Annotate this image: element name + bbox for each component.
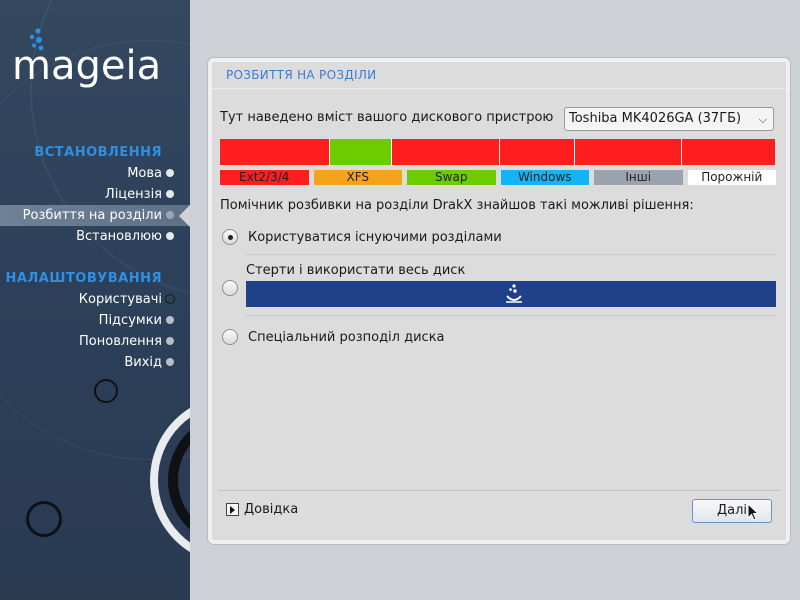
legend-item: Інші xyxy=(594,170,683,185)
mageia-bubbles-icon xyxy=(506,284,522,303)
custom-label[interactable]: Спеціальний розподіл диска xyxy=(248,330,445,345)
nav-section-install: ВСТАНОВЛЕННЯ xyxy=(34,145,162,160)
legend-item: Ext2/3/4 xyxy=(220,170,309,185)
nav-item-label: Ліцензія xyxy=(104,187,162,202)
partitioning-dialog: РОЗБИТТЯ НА РОЗДІЛИ Тут наведено вміст в… xyxy=(208,58,790,544)
step-pending-dot-icon xyxy=(166,337,174,345)
use-existing-label[interactable]: Користуватися існуючими розділами xyxy=(248,230,502,245)
device-select-value: Toshiba MK4026GA (37ГБ) xyxy=(569,111,742,126)
partition-bar xyxy=(220,139,776,165)
nav-item-label: Мова xyxy=(127,166,162,181)
partition-segment-swap[interactable] xyxy=(330,139,392,165)
mouse-cursor-icon xyxy=(747,503,759,521)
device-label: Тут наведено вміст вашого дискового прис… xyxy=(220,110,554,125)
option-erase-disk[interactable] xyxy=(222,280,238,296)
partition-segment-ext[interactable] xyxy=(682,139,775,165)
partition-segment-ext[interactable] xyxy=(575,139,682,165)
mageia-logo: mageia xyxy=(8,28,161,86)
option-custom[interactable]: Спеціальний розподіл диска xyxy=(222,329,445,345)
device-select[interactable]: Toshiba MK4026GA (37ГБ) ⌵ xyxy=(564,107,774,131)
nav-item-users: Користувачі xyxy=(0,289,190,310)
expander-arrow-icon[interactable] xyxy=(226,503,239,516)
step-pending-ring-icon xyxy=(165,294,175,304)
partition-segment-ext[interactable] xyxy=(220,139,330,165)
nav-item-label: Вихід xyxy=(124,355,162,370)
chevron-down-icon: ⌵ xyxy=(758,113,767,126)
nav-item-license: Ліцензія xyxy=(0,184,190,205)
erase-disk-radio[interactable] xyxy=(222,280,238,296)
custom-radio[interactable] xyxy=(222,329,238,345)
partition-segment-ext[interactable] xyxy=(500,139,575,165)
footer-divider xyxy=(218,490,780,491)
nav-item-label: Встановлюю xyxy=(76,229,162,244)
step-pending-dot-icon xyxy=(166,232,174,240)
sidebar: mageia ВСТАНОВЛЕННЯ Мова Ліцензія Розбит… xyxy=(0,0,190,600)
next-button[interactable]: Далі xyxy=(692,499,772,523)
active-step-arrow-icon xyxy=(179,205,190,227)
legend-item: Windows xyxy=(500,170,589,185)
help-expander[interactable]: Довідка xyxy=(226,502,298,517)
nav-item-exit: Вихід xyxy=(0,352,190,373)
title-divider xyxy=(212,88,786,89)
logo-bubbles-icon xyxy=(29,28,44,51)
nav-item-language: Мова xyxy=(0,163,190,184)
help-label[interactable]: Довідка xyxy=(244,502,298,517)
step-done-dot-icon xyxy=(166,190,174,198)
step-done-dot-icon xyxy=(166,169,174,177)
partition-segment-ext[interactable] xyxy=(392,139,500,165)
nav-item-installing: Встановлюю xyxy=(0,226,190,247)
filesystem-legend: Ext2/3/4 XFS Swap Windows Інші Порожній xyxy=(220,170,776,185)
option-divider xyxy=(246,254,776,255)
nav-item-label: Користувачі xyxy=(78,292,162,307)
decorative-ring xyxy=(94,379,118,403)
step-pending-dot-icon xyxy=(166,316,174,324)
erase-disk-label[interactable]: Стерти і використати весь диск xyxy=(246,263,465,278)
erase-disk-bar xyxy=(246,281,776,307)
nav-item-label: Поновлення xyxy=(79,334,162,349)
nav-item-summary: Підсумки xyxy=(0,310,190,331)
helper-text: Помічник розбивки на розділи DrakX знайш… xyxy=(220,198,694,213)
legend-item: Порожній xyxy=(687,170,776,185)
use-existing-radio[interactable] xyxy=(222,229,238,245)
legend-item: XFS xyxy=(313,170,402,185)
nav-item-label: Розбиття на розділи xyxy=(22,208,162,223)
option-use-existing[interactable]: Користуватися існуючими розділами xyxy=(222,229,502,245)
nav-section-configuration: НАЛАШТОВУВАННЯ xyxy=(5,271,162,286)
nav-item-partitioning: Розбиття на розділи xyxy=(0,205,190,227)
nav-item-label: Підсумки xyxy=(98,313,162,328)
step-pending-dot-icon xyxy=(166,358,174,366)
step-current-dot-icon xyxy=(166,211,174,219)
decorative-ring xyxy=(26,501,62,537)
dialog-title: РОЗБИТТЯ НА РОЗДІЛИ xyxy=(226,68,377,82)
nav-item-updates: Поновлення xyxy=(0,331,190,352)
option-divider xyxy=(246,315,776,316)
legend-item: Swap xyxy=(407,170,496,185)
